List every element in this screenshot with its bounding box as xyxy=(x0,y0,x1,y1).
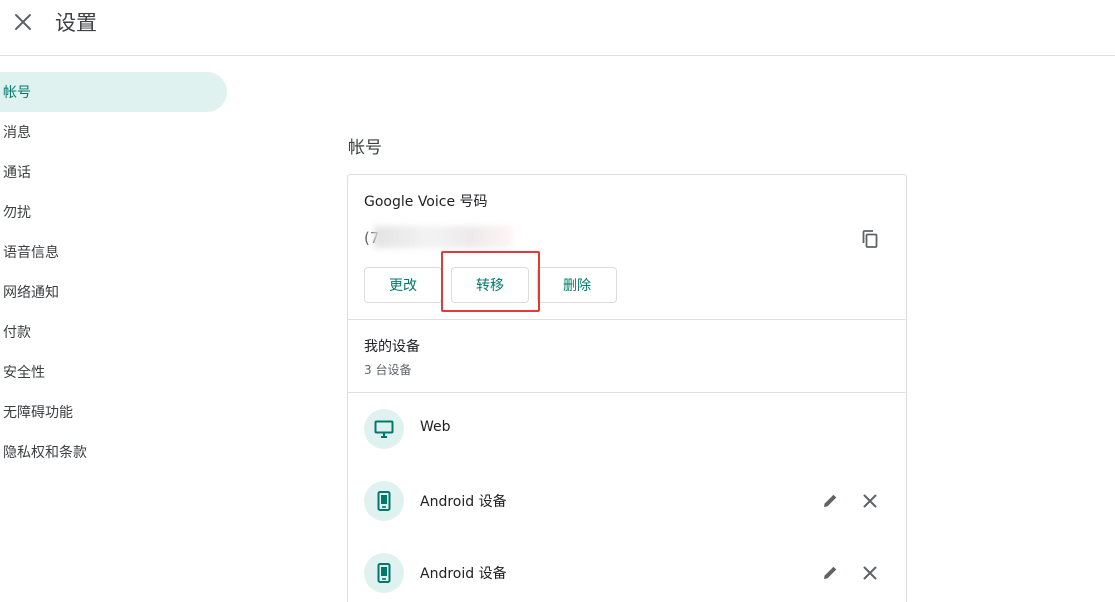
device-name: Web xyxy=(420,419,451,435)
section-title: 帐号 xyxy=(348,138,382,158)
sidebar-item-do-not-disturb[interactable]: 勿扰 xyxy=(0,192,228,232)
monitor-icon xyxy=(364,409,404,449)
sidebar-item-label: 帐号 xyxy=(3,85,31,101)
sidebar-item-web-notifications[interactable]: 网络通知 xyxy=(0,272,228,312)
device-row: Android 设备 xyxy=(348,477,906,525)
device-name: Android 设备 xyxy=(420,566,507,582)
sidebar-item-label: 勿扰 xyxy=(3,205,31,221)
edit-icon[interactable] xyxy=(818,561,842,585)
google-voice-number-title: Google Voice 号码 xyxy=(364,194,488,210)
sidebar-item-account[interactable]: 帐号 xyxy=(0,72,227,112)
sidebar-item-accessibility[interactable]: 无障碍功能 xyxy=(0,392,228,432)
devices-count: 3 台设备 xyxy=(364,363,412,377)
divider xyxy=(348,392,906,393)
sidebar-item-label: 付款 xyxy=(3,325,31,341)
sidebar-nav: 帐号 消息 通话 勿扰 语音信息 网络通知 付款 安全性 无障碍功能 隐私权和条… xyxy=(0,72,228,472)
top-bar: 设置 xyxy=(0,0,1115,56)
sidebar-item-messages[interactable]: 消息 xyxy=(0,112,228,152)
redacted-phone-blur xyxy=(374,226,514,248)
transfer-number-button[interactable]: 转移 xyxy=(451,267,529,303)
sidebar-item-label: 通话 xyxy=(3,165,31,181)
account-card: Google Voice 号码 (7 更改 转移 删除 我的设备 3 台设备 W… xyxy=(347,174,907,602)
phone-icon xyxy=(364,481,404,521)
copy-icon[interactable] xyxy=(858,227,882,251)
delete-number-button[interactable]: 删除 xyxy=(537,267,617,303)
sidebar-item-voicemail[interactable]: 语音信息 xyxy=(0,232,228,272)
sidebar-item-label: 语音信息 xyxy=(3,245,59,261)
sidebar-item-label: 无障碍功能 xyxy=(3,405,73,421)
device-name: Android 设备 xyxy=(420,494,507,510)
close-icon[interactable] xyxy=(11,10,35,34)
my-devices-title: 我的设备 xyxy=(364,339,420,355)
sidebar-item-label: 安全性 xyxy=(3,365,45,381)
divider xyxy=(348,319,906,320)
sidebar-item-label: 隐私权和条款 xyxy=(3,445,87,461)
phone-icon xyxy=(364,553,404,593)
sidebar-item-label: 消息 xyxy=(3,125,31,141)
device-row: Web xyxy=(348,405,906,453)
sidebar-item-label: 网络通知 xyxy=(3,285,59,301)
device-row: Android 设备 xyxy=(348,549,906,597)
close-icon[interactable] xyxy=(858,489,882,513)
edit-icon[interactable] xyxy=(818,489,842,513)
close-icon[interactable] xyxy=(858,561,882,585)
page-title: 设置 xyxy=(55,11,97,35)
sidebar-item-security[interactable]: 安全性 xyxy=(0,352,228,392)
sidebar-item-calls[interactable]: 通话 xyxy=(0,152,228,192)
sidebar-item-payments[interactable]: 付款 xyxy=(0,312,228,352)
sidebar-item-privacy-terms[interactable]: 隐私权和条款 xyxy=(0,432,228,472)
change-number-button[interactable]: 更改 xyxy=(364,267,442,303)
